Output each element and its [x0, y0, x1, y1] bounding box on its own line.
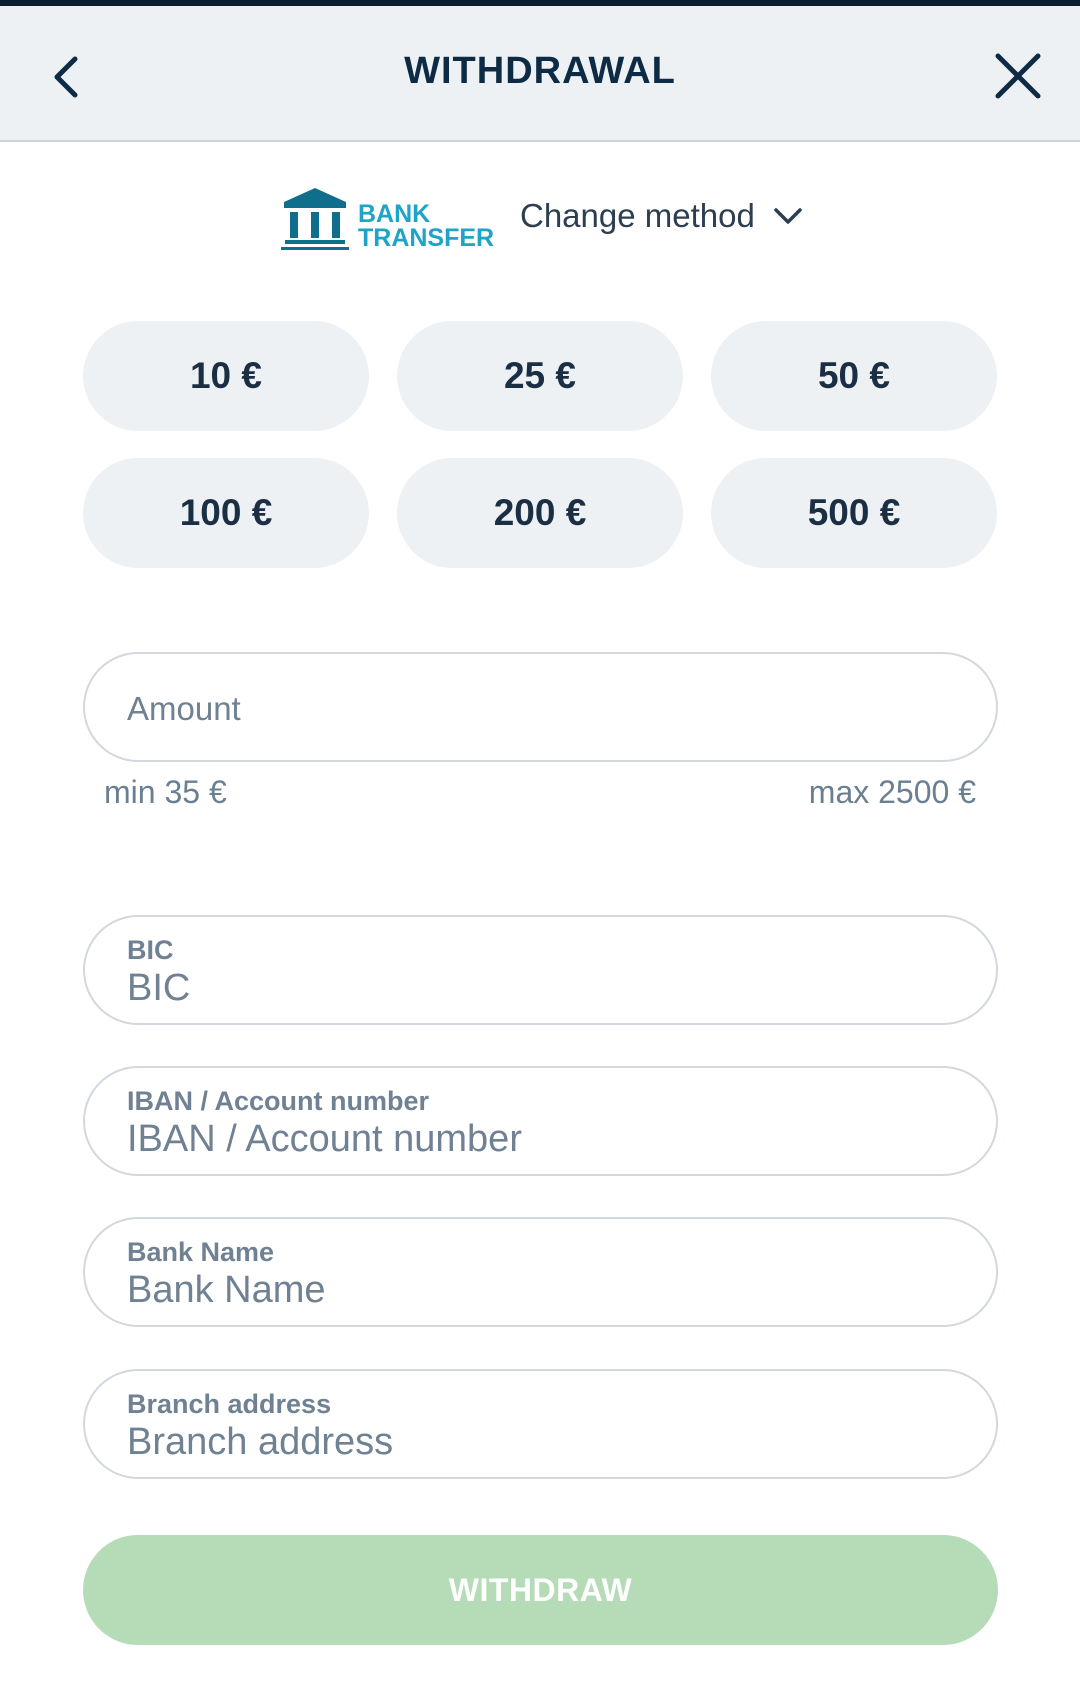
change-method-label: Change method [520, 197, 755, 234]
close-button[interactable] [982, 40, 1054, 112]
amount-chip-500[interactable]: 500 € [711, 458, 997, 568]
bank-name-placeholder: Bank Name [127, 1269, 326, 1311]
amount-input[interactable]: Amount [83, 652, 998, 762]
iban-label: IBAN / Account number [127, 1086, 430, 1116]
amount-chip-100[interactable]: 100 € [83, 458, 369, 568]
page-title: WITHDRAWAL [404, 50, 676, 92]
payment-method-row: BANK TRANSFER Change method [0, 180, 1080, 260]
branch-address-placeholder: Branch address [127, 1421, 394, 1463]
logo-line-2: TRANSFER [358, 224, 495, 252]
change-method-button[interactable]: Change method [520, 194, 807, 238]
amount-chip-50[interactable]: 50 € [711, 321, 997, 431]
bank-name-label: Bank Name [127, 1237, 275, 1267]
amount-placeholder: Amount [127, 690, 241, 727]
amount-chip-10[interactable]: 10 € [83, 321, 369, 431]
quick-amounts: 10 € 25 € 50 € 100 € 200 € 500 € [83, 321, 998, 568]
amount-limits: min 35 € max 2500 € [104, 774, 976, 818]
bic-label: BIC [127, 935, 174, 965]
close-icon [995, 53, 1041, 99]
logo-line-1: BANK [358, 200, 431, 228]
bic-field[interactable]: BIC BIC [83, 915, 998, 1025]
chevron-down-icon [773, 199, 807, 233]
branch-address-field[interactable]: Branch address Branch address [83, 1369, 998, 1479]
bic-placeholder: BIC [127, 967, 191, 1009]
bank-name-field[interactable]: Bank Name Bank Name [83, 1217, 998, 1327]
iban-placeholder: IBAN / Account number [127, 1118, 522, 1160]
header: WITHDRAWAL [0, 6, 1080, 142]
iban-field[interactable]: IBAN / Account number IBAN / Account num… [83, 1066, 998, 1176]
min-amount-label: min 35 € [104, 774, 227, 810]
bank-icon [281, 188, 349, 250]
branch-address-label: Branch address [127, 1389, 332, 1419]
amount-chip-25[interactable]: 25 € [397, 321, 683, 431]
bank-transfer-logo-text: BANK TRANSFER [358, 200, 495, 252]
max-amount-label: max 2500 € [808, 774, 976, 810]
bank-transfer-logo: BANK TRANSFER [280, 184, 494, 254]
withdraw-button[interactable]: WITHDRAW [83, 1535, 998, 1645]
amount-chip-200[interactable]: 200 € [397, 458, 683, 568]
